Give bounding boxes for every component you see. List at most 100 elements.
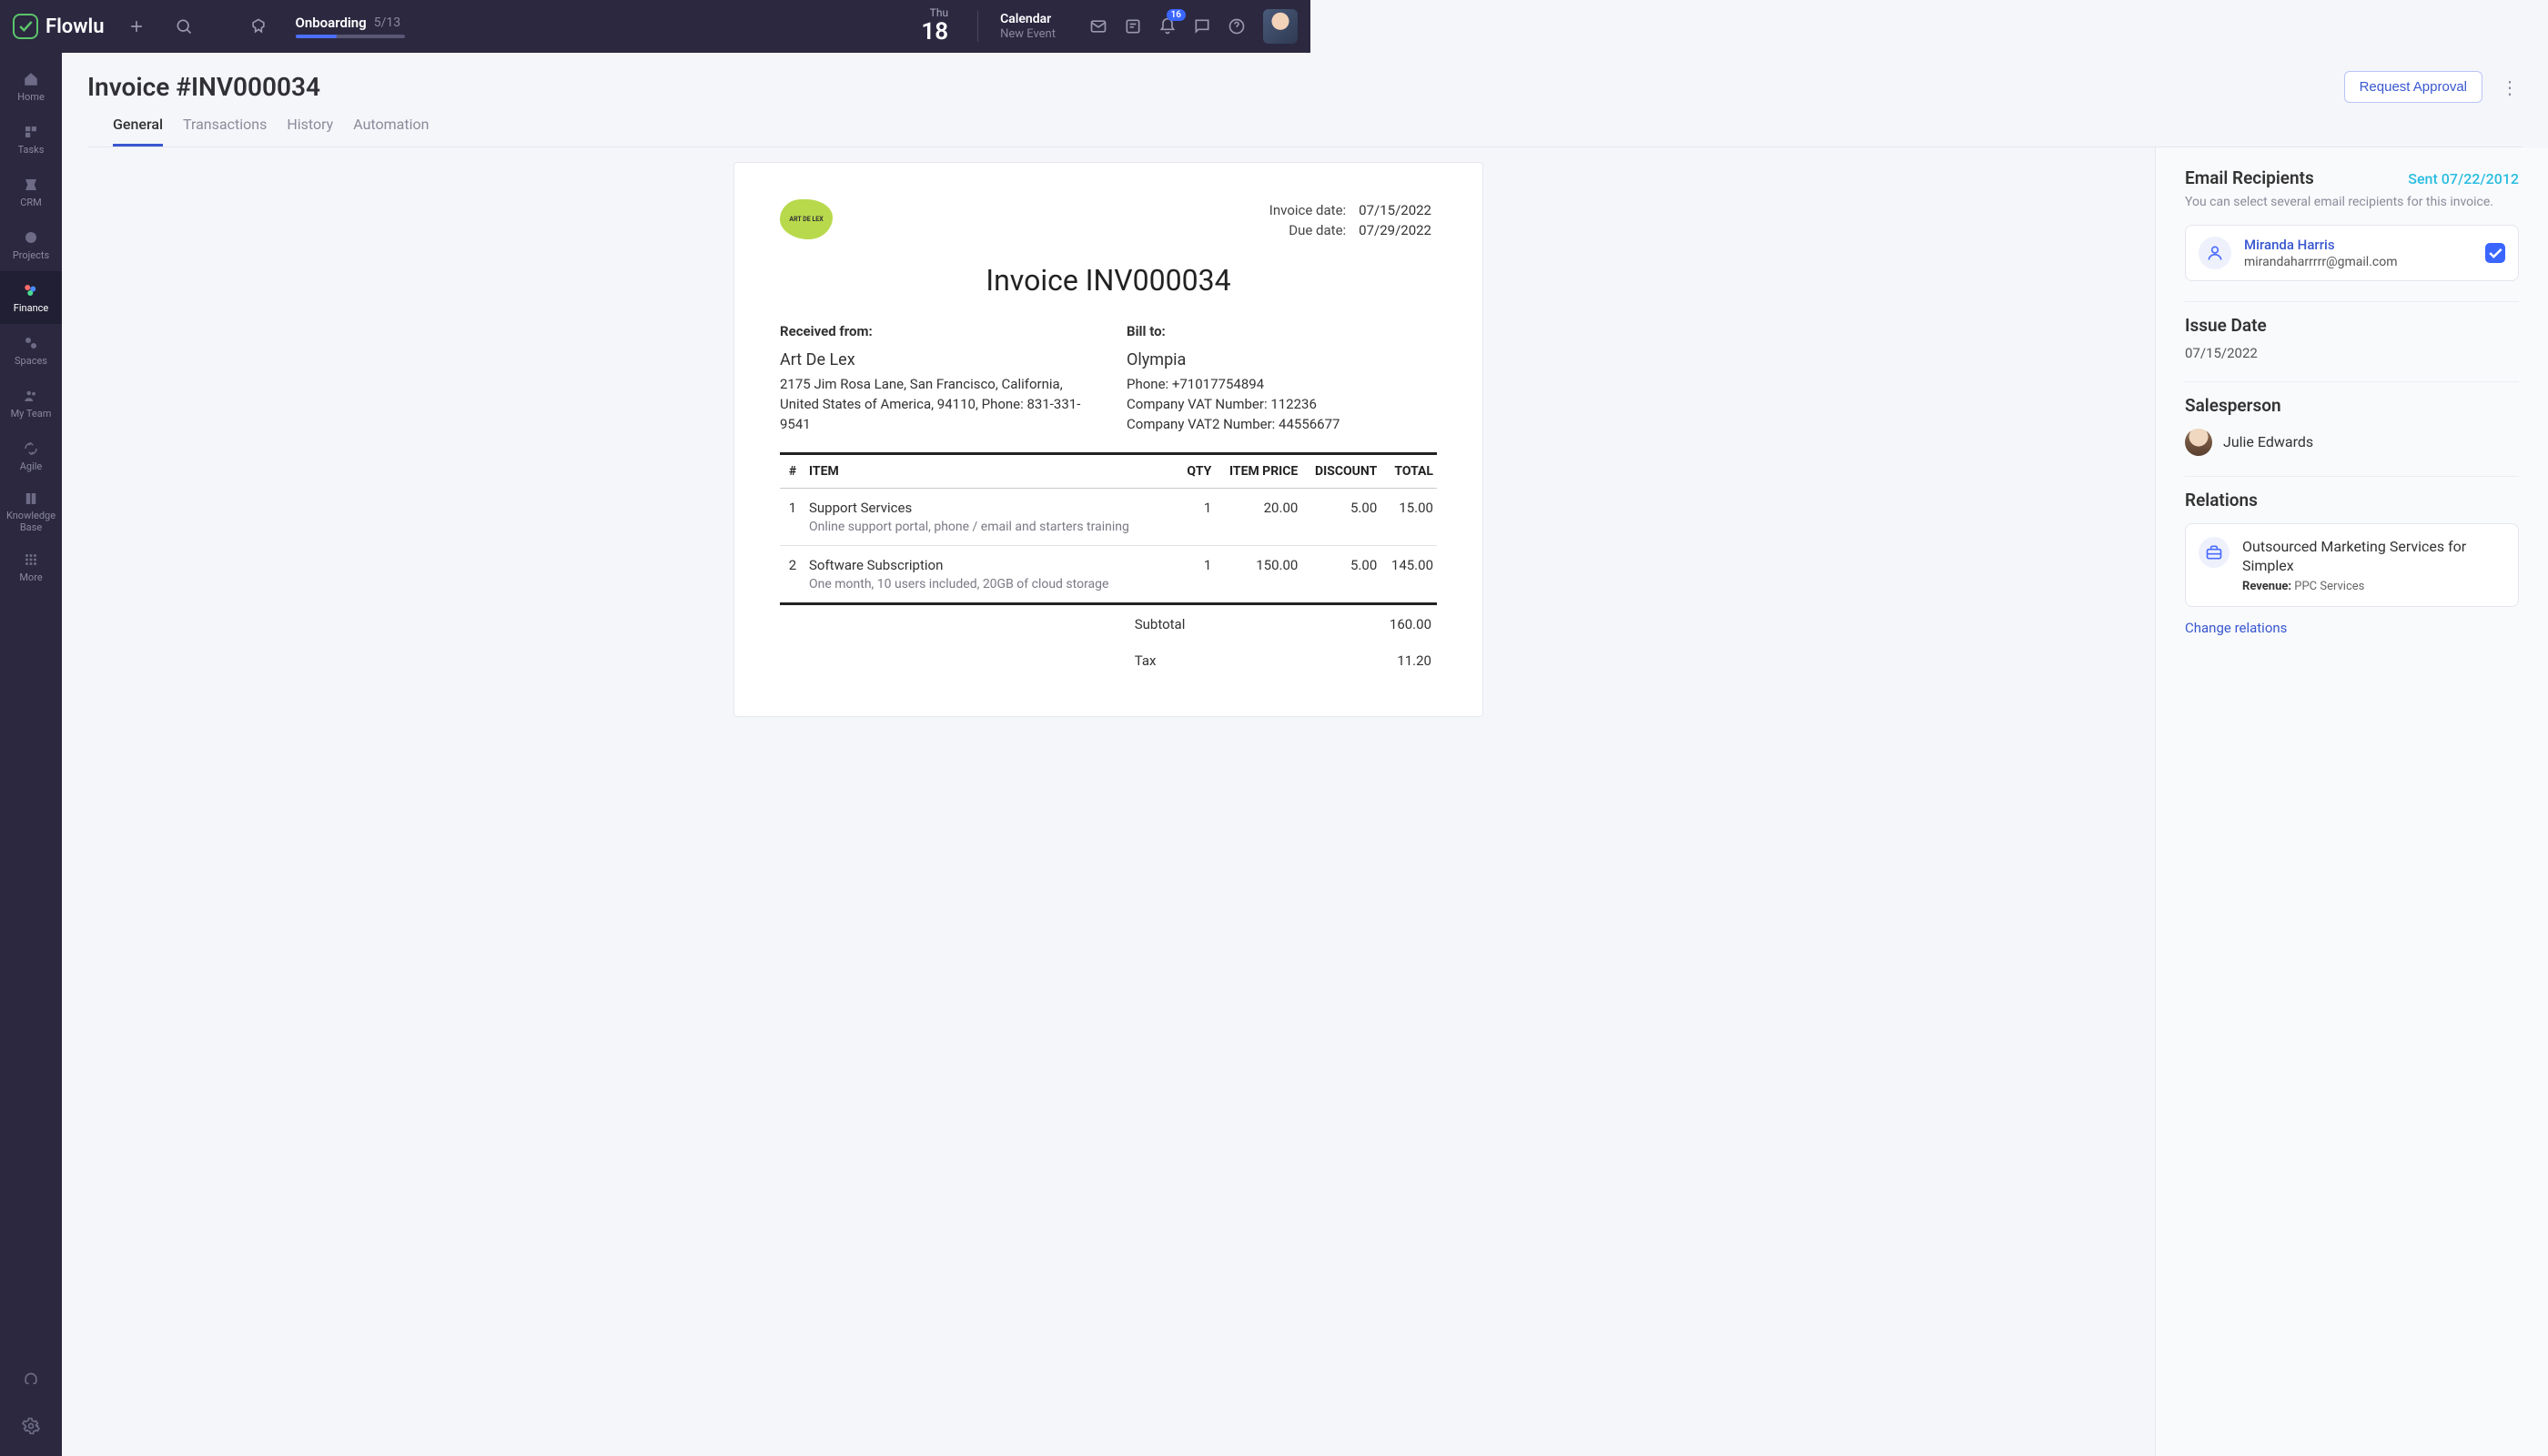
recipients-title: Email Recipients — [2185, 167, 2314, 188]
invoice-title: Invoice INV000034 — [780, 263, 1437, 298]
nav-home[interactable]: Home — [0, 60, 62, 113]
tab-transactions[interactable]: Transactions — [183, 116, 267, 147]
issue-date-value: 07/15/2022 — [2185, 345, 2519, 361]
nav-projects[interactable]: Projects — [0, 218, 62, 271]
help-icon[interactable] — [1221, 11, 1252, 42]
line-item-row: 2 Software Subscription One month, 10 us… — [780, 546, 1437, 604]
tab-history[interactable]: History — [287, 116, 333, 147]
nav-label: Spaces — [15, 355, 47, 367]
agile-icon — [22, 440, 40, 458]
nav-knowledgebase[interactable]: Knowledge Base — [0, 482, 62, 541]
sent-status[interactable]: Sent 07/22/2012 — [2408, 170, 2519, 187]
nav-label: Finance — [14, 302, 48, 314]
salesperson-row[interactable]: Julie Edwards — [2185, 429, 2519, 456]
issue-date-title: Issue Date — [2185, 315, 2519, 336]
nav-myteam[interactable]: My Team — [0, 377, 62, 430]
left-nav: Home Tasks CRM Projects Finance Spaces M… — [0, 53, 62, 1456]
logo-text: Flowlu — [46, 15, 105, 38]
search-button[interactable] — [168, 11, 199, 42]
notification-badge: 16 — [1167, 9, 1186, 21]
request-approval-button[interactable]: Request Approval — [2344, 71, 2482, 103]
finance-icon — [22, 281, 40, 299]
salesperson-name: Julie Edwards — [2223, 433, 2313, 450]
item-desc: Online support portal, phone / email and… — [809, 520, 1176, 534]
calendar-daynum: 18 — [921, 19, 948, 46]
recipient-email: mirandaharrrrr@gmail.com — [2244, 255, 2397, 269]
logo[interactable]: Flowlu — [13, 14, 105, 39]
nav-label: More — [19, 571, 42, 583]
nav-crm[interactable]: CRM — [0, 166, 62, 218]
recipient-card[interactable]: Miranda Harris mirandaharrrrr@gmail.com — [2185, 225, 2519, 281]
line-item-row: 1 Support Services Online support portal… — [780, 489, 1437, 546]
user-avatar[interactable] — [1263, 9, 1298, 44]
invoice-date-value: 07/15/2022 — [1355, 201, 1435, 219]
crm-icon — [22, 176, 40, 194]
change-relations-link[interactable]: Change relations — [2185, 620, 2287, 636]
nav-more[interactable]: More — [0, 541, 62, 593]
new-event-link: New Event — [1000, 27, 1056, 42]
nav-spaces[interactable]: Spaces — [0, 324, 62, 377]
invoice-date-label: Invoice date: — [1266, 201, 1353, 219]
recipient-name: Miranda Harris — [2244, 237, 2397, 253]
totals-table: Subtotal 160.00 Tax 11.20 — [780, 605, 1437, 680]
item-price: 20.00 — [1215, 489, 1301, 546]
notes-icon[interactable] — [1117, 11, 1148, 42]
nav-support-icon[interactable] — [15, 1365, 46, 1396]
calendar-title: Calendar — [1000, 12, 1056, 27]
chat-icon[interactable] — [1187, 11, 1218, 42]
main-body: Invoice #INV000034 Request Approval ⋮ Ge… — [62, 53, 2548, 1456]
col-discount: DISCOUNT — [1301, 454, 1380, 489]
invoice-area: ART DE LEX Invoice date: 07/15/2022 Due … — [62, 147, 2155, 1456]
tabs: General Transactions History Automation — [87, 103, 2523, 147]
add-button[interactable] — [121, 11, 152, 42]
to-vat2: Company VAT2 Number: 44556677 — [1127, 415, 1437, 435]
nav-label: My Team — [11, 408, 52, 420]
projects-icon — [22, 228, 40, 247]
notifications-icon[interactable]: 16 — [1152, 11, 1183, 42]
relation-name: Outsourced Marketing Services for Simple… — [2242, 537, 2505, 576]
from-body: 2175 Jim Rosa Lane, San Francisco, Calif… — [780, 375, 1090, 434]
salesperson-title: Salesperson — [2185, 395, 2519, 416]
received-from-label: Received from: — [780, 323, 1090, 339]
relation-card[interactable]: Outsourced Marketing Services for Simple… — [2185, 523, 2519, 607]
nav-label: CRM — [20, 197, 42, 208]
revenue-value: PPC Services — [2294, 580, 2364, 593]
col-price: ITEM PRICE — [1215, 454, 1301, 489]
page-menu-button[interactable]: ⋮ — [2497, 76, 2523, 98]
spaces-icon — [22, 334, 40, 352]
relations-title: Relations — [2185, 490, 2519, 511]
recipient-checkbox[interactable] — [2485, 243, 2505, 263]
nav-tasks[interactable]: Tasks — [0, 113, 62, 166]
nav-label: Home — [17, 91, 45, 103]
nav-label: Projects — [13, 249, 49, 261]
tab-general[interactable]: General — [113, 116, 163, 147]
team-icon — [22, 387, 40, 405]
recipients-sub: You can select several email recipients … — [2185, 194, 2519, 212]
item-idx: 2 — [780, 546, 805, 604]
onboarding-progress[interactable]: Onboarding 5/13 — [290, 15, 405, 38]
inbox-icon[interactable] — [1083, 11, 1114, 42]
top-bar: Flowlu Onboarding 5/13 Thu 18 Calendar N… — [0, 0, 1310, 53]
tab-automation[interactable]: Automation — [353, 116, 429, 147]
item-discount: 5.00 — [1301, 489, 1380, 546]
due-date-label: Due date: — [1266, 221, 1353, 239]
nav-agile[interactable]: Agile — [0, 430, 62, 482]
item-name: Support Services — [809, 500, 1176, 516]
item-desc: One month, 10 users included, 20GB of cl… — [809, 577, 1176, 592]
item-qty: 1 — [1179, 546, 1216, 604]
onboarding-label: Onboarding — [296, 15, 367, 31]
tasks-icon — [22, 123, 40, 141]
col-index: # — [780, 454, 805, 489]
calendar-block[interactable]: Calendar New Event — [1000, 12, 1061, 41]
calendar-date[interactable]: Thu 18 — [921, 7, 957, 46]
person-icon — [2199, 237, 2231, 269]
pin-button[interactable] — [243, 11, 274, 42]
to-phone: Phone: +71017754894 — [1127, 375, 1437, 395]
tax-label: Tax — [782, 643, 1351, 678]
company-logo: ART DE LEX — [780, 199, 833, 239]
nav-finance[interactable]: Finance — [0, 271, 62, 324]
nav-settings-icon[interactable] — [15, 1410, 46, 1441]
item-total: 145.00 — [1380, 546, 1437, 604]
home-icon — [22, 70, 40, 88]
col-total: TOTAL — [1380, 454, 1437, 489]
